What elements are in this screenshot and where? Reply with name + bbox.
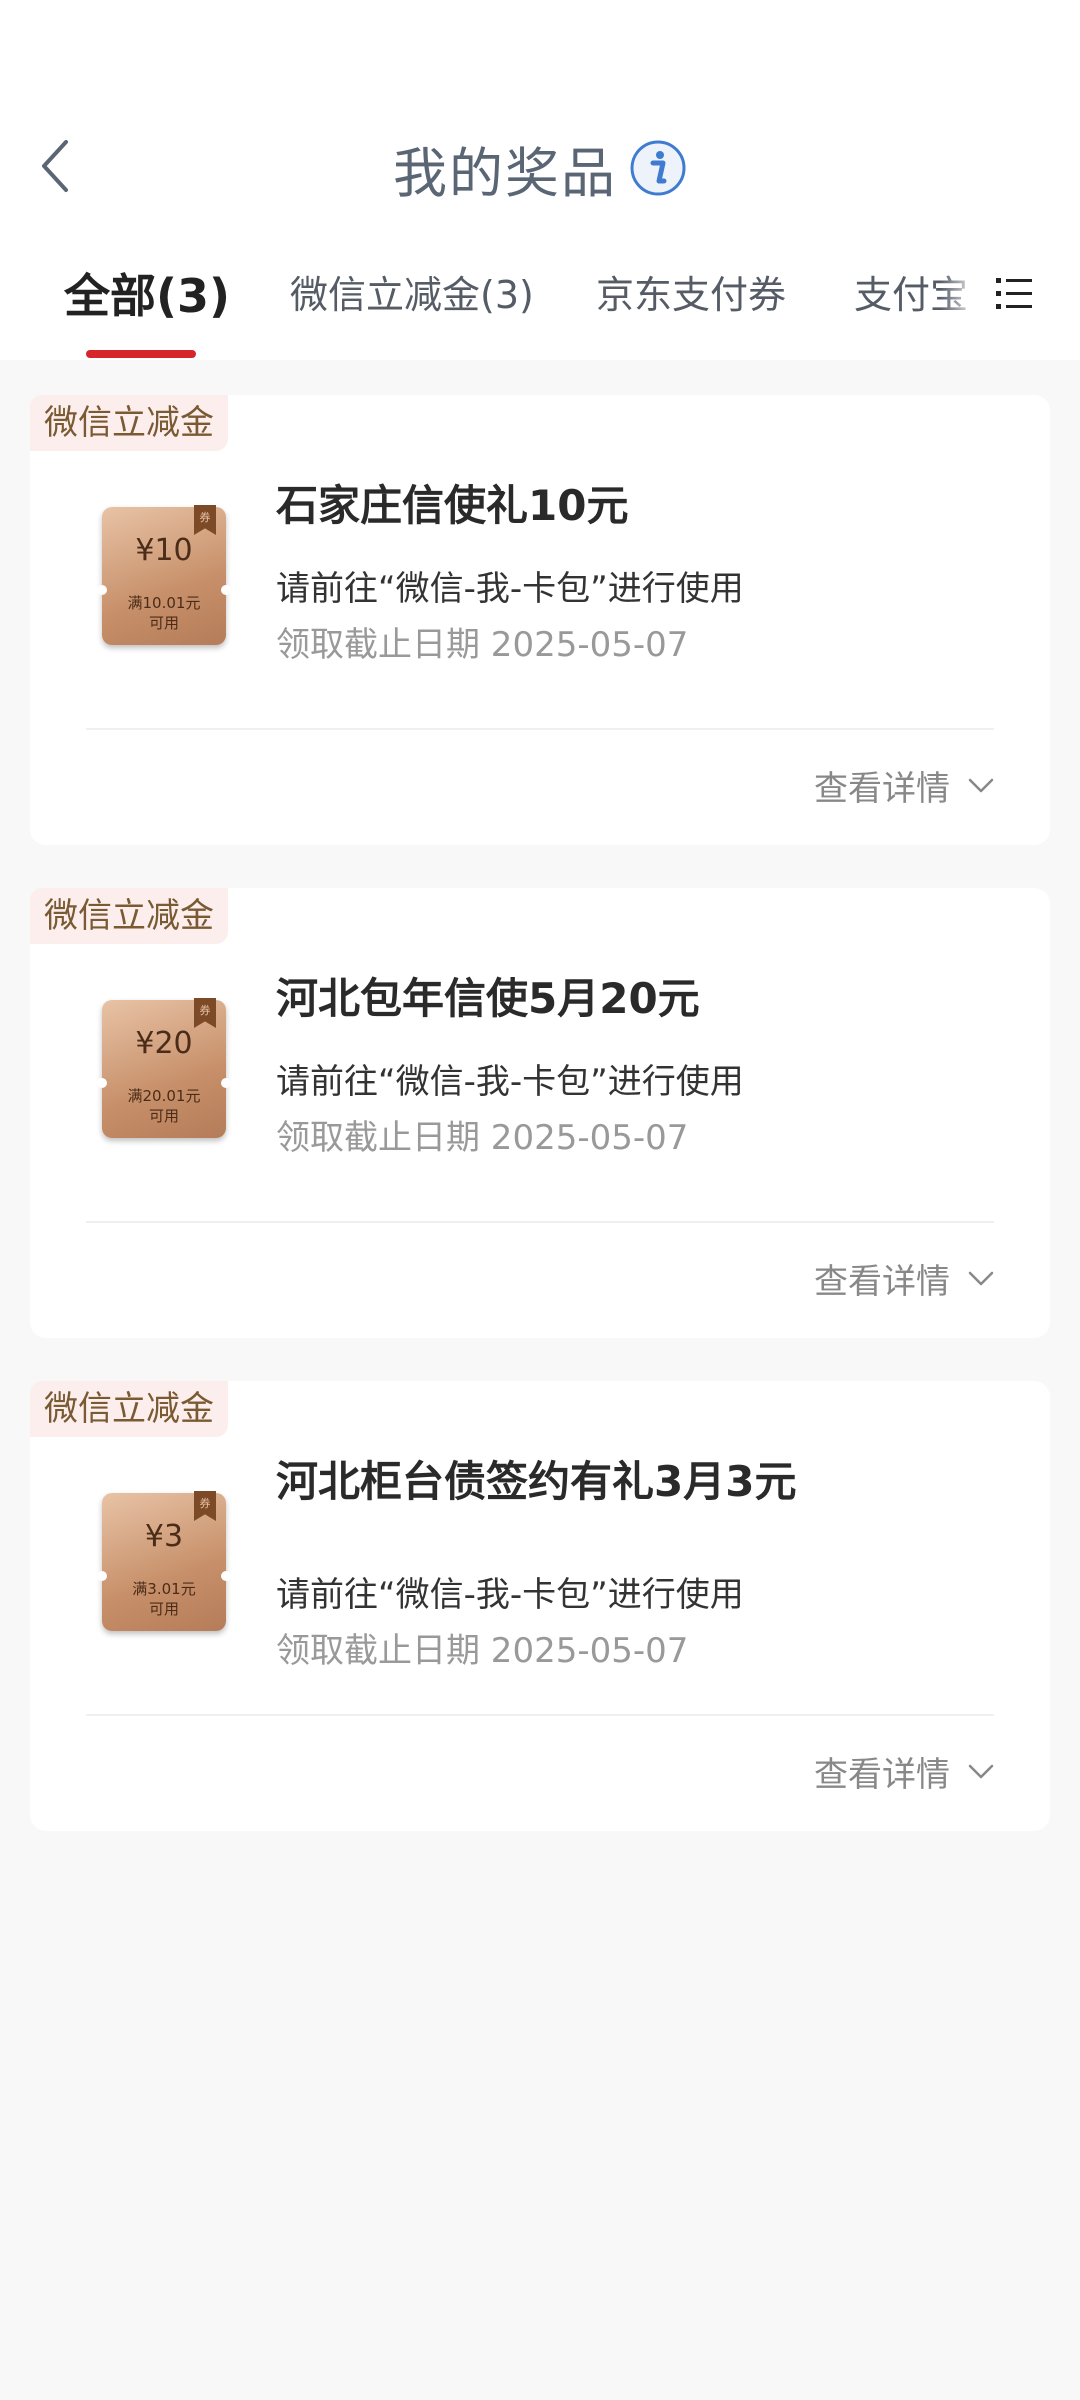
page-title: 我的奖品 <box>393 141 617 205</box>
coupon-amount: ¥10 <box>135 533 193 568</box>
title-row: 我的奖品 <box>0 128 1080 208</box>
info-icon[interactable] <box>629 139 687 197</box>
coupon-badge: 券 <box>199 1004 211 1017</box>
tab-jd-coupon[interactable]: 京东支付券 <box>596 264 786 319</box>
chevron-down-icon <box>968 778 994 793</box>
prize-deadline: 领取截止日期 2025-05-07 <box>276 1118 689 1158</box>
tab-wechat-discount[interactable]: 微信立减金(3) <box>290 264 534 319</box>
coupon-icon: 券 ¥10 满10.01元 可用 <box>97 505 231 645</box>
prize-type-tag: 微信立减金 <box>30 395 228 451</box>
coupon-icon: 券 ¥20 满20.01元 可用 <box>97 998 231 1138</box>
header: 我的奖品 全部(3) 微信立减金(3) 京东支付券 支付宝 <box>0 0 1080 360</box>
coupon-condition-line1: 满3.01元 <box>132 1580 196 1598</box>
prize-name: 河北包年信使5月20元 <box>276 974 700 1023</box>
prize-deadline: 领取截止日期 2025-05-07 <box>276 625 689 665</box>
view-details-button[interactable]: 查看详情 <box>814 1253 996 1303</box>
coupon-amount: ¥3 <box>144 1519 184 1554</box>
view-details-label: 查看详情 <box>814 1754 950 1795</box>
prize-card: 微信立减金 券 ¥20 满20.01元 可用 河北包年信使5月20元 请前往“微… <box>30 888 1050 1338</box>
prize-card: 微信立减金 券 ¥10 满10.01元 可用 石家庄信使礼10元 请前往“微信-… <box>30 395 1050 845</box>
tab-bar: 全部(3) 微信立减金(3) 京东支付券 支付宝 <box>0 250 980 360</box>
divider <box>86 1714 994 1716</box>
coupon-amount: ¥20 <box>135 1026 193 1061</box>
chevron-down-icon <box>968 1764 994 1779</box>
divider <box>86 1221 994 1223</box>
prize-deadline: 领取截止日期 2025-05-07 <box>276 1631 689 1671</box>
coupon-condition-line2: 可用 <box>148 1107 179 1125</box>
tab-fade <box>940 250 980 340</box>
prize-usage-hint: 请前往“微信-我-卡包”进行使用 <box>276 569 744 609</box>
prize-usage-hint: 请前往“微信-我-卡包”进行使用 <box>276 1062 744 1102</box>
view-details-button[interactable]: 查看详情 <box>814 1746 996 1796</box>
list-menu-icon[interactable] <box>990 270 1038 318</box>
view-details-label: 查看详情 <box>814 1261 950 1302</box>
active-tab-indicator <box>86 350 196 358</box>
prize-type-tag: 微信立减金 <box>30 1381 228 1437</box>
prize-name: 石家庄信使礼10元 <box>276 481 629 530</box>
coupon-condition-line1: 满20.01元 <box>127 1087 201 1105</box>
prize-type-tag: 微信立减金 <box>30 888 228 944</box>
coupon-badge: 券 <box>199 511 211 524</box>
prize-usage-hint: 请前往“微信-我-卡包”进行使用 <box>276 1575 744 1615</box>
divider <box>86 728 994 730</box>
view-details-label: 查看详情 <box>814 768 950 809</box>
view-details-button[interactable]: 查看详情 <box>814 760 996 810</box>
prize-card: 微信立减金 券 ¥3 满3.01元 可用 河北柜台债签约有礼3月3元 请前往“微… <box>30 1381 1050 1831</box>
coupon-condition-line1: 满10.01元 <box>127 594 201 612</box>
coupon-condition: 满10.01元 可用 <box>102 593 226 633</box>
prize-name: 河北柜台债签约有礼3月3元 <box>276 1457 797 1506</box>
chevron-down-icon <box>968 1271 994 1286</box>
coupon-icon: 券 ¥3 满3.01元 可用 <box>97 1491 231 1631</box>
coupon-condition-line2: 可用 <box>148 614 179 632</box>
coupon-badge: 券 <box>199 1497 211 1510</box>
coupon-condition: 满3.01元 可用 <box>102 1579 226 1619</box>
coupon-condition-line2: 可用 <box>148 1600 179 1618</box>
tab-all[interactable]: 全部(3) <box>64 260 230 326</box>
coupon-condition: 满20.01元 可用 <box>102 1086 226 1126</box>
